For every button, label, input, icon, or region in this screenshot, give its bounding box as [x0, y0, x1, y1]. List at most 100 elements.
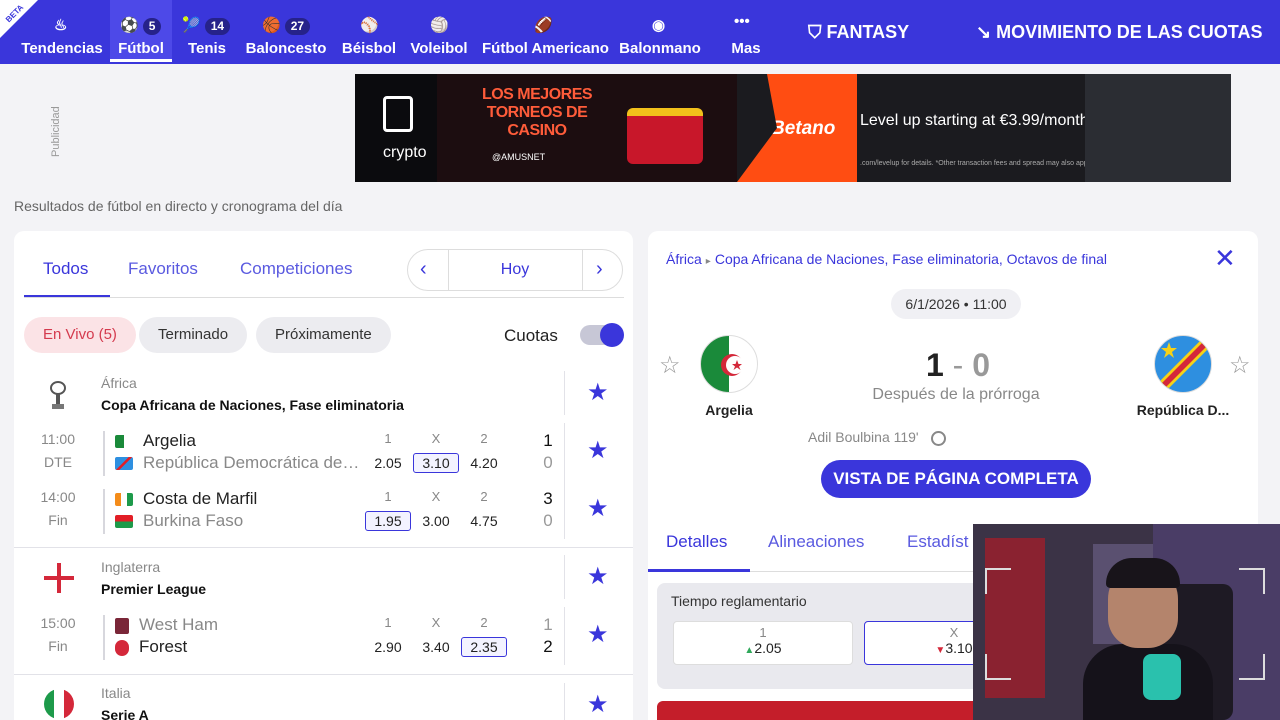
- match-status: DTE: [44, 454, 72, 470]
- odds-movement-link[interactable]: ↘ MOVIMIENTO DE LAS CUOTAS: [976, 22, 1262, 43]
- odds-key: 1: [759, 625, 767, 640]
- odds-header-2: 2: [480, 489, 488, 504]
- favorite-star-icon[interactable]: ★: [587, 439, 609, 463]
- favorite-star-icon[interactable]: ★: [587, 381, 609, 405]
- tab-alineaciones[interactable]: Alineaciones: [768, 532, 864, 552]
- ad-banner[interactable]: crypto LOS MEJORES TORNEOS DE CASINO @AM…: [355, 74, 1231, 182]
- tab-competiciones[interactable]: Competiciones: [240, 259, 352, 279]
- nav-item-beisbol[interactable]: ⚾ Béisbol: [340, 0, 398, 62]
- handball-icon: ◉: [652, 17, 666, 34]
- match-time: 15:00: [40, 615, 76, 631]
- odds-header-2: 2: [480, 431, 488, 446]
- tennis-icon: 🎾 14: [182, 16, 231, 36]
- favorite-home-star-icon[interactable]: ☆: [659, 351, 681, 380]
- nav-item-tenis[interactable]: 🎾 14 Tenis: [180, 0, 234, 62]
- favorite-star-icon[interactable]: ★: [587, 497, 609, 521]
- basketball-icon: 🏀 27: [262, 16, 311, 36]
- nav-item-baloncesto[interactable]: 🏀 27 Baloncesto: [244, 0, 328, 62]
- competition-name[interactable]: Serie A: [101, 707, 149, 720]
- away-team-name[interactable]: República D...: [1123, 402, 1243, 418]
- away-team: Forest: [115, 637, 363, 657]
- fantasy-link[interactable]: ⛉ FANTASY: [808, 22, 909, 43]
- match-row[interactable]: 14:00 Fin Costa de Marfil Burkina Faso 1…: [14, 481, 633, 539]
- nav-label: Balonmano: [619, 40, 701, 57]
- tab-active-underline: [648, 569, 750, 572]
- odds-header-x: X: [431, 615, 441, 630]
- odds-header-1: 1: [384, 431, 392, 446]
- nav-label: Béisbol: [341, 40, 397, 57]
- volleyball-icon: 🏐: [430, 17, 449, 34]
- chevron-right-icon[interactable]: ›: [596, 258, 603, 281]
- odds-home-box[interactable]: 1 ▲2.05: [673, 621, 853, 665]
- filter-upcoming-chip[interactable]: Próximamente: [256, 317, 391, 353]
- odds-away[interactable]: 2.35: [461, 637, 507, 657]
- score-home: 1: [543, 431, 553, 450]
- crown-icon: [627, 108, 703, 164]
- ad-label: Publicidad: [50, 106, 62, 157]
- favorite-away-star-icon[interactable]: ☆: [1229, 351, 1251, 380]
- full-page-button[interactable]: VISTA DE PÁGINA COMPLETA: [821, 460, 1091, 498]
- divider: [103, 489, 105, 534]
- nav-label: Fútbol: [118, 40, 164, 57]
- crypto-logo-icon: [383, 96, 413, 132]
- flag-algeria-icon: [700, 335, 758, 393]
- ad-casino-panel: LOS MEJORES TORNEOS DE CASINO @AMUSNET: [437, 74, 737, 182]
- soccer-ball-icon: [930, 430, 946, 446]
- favorite-star-icon[interactable]: ★: [587, 693, 609, 717]
- team-name: Burkina Faso: [143, 511, 244, 530]
- nav-item-balonmano[interactable]: ◉ Balonmano: [618, 0, 702, 62]
- match-status: Fin: [48, 638, 68, 654]
- tab-favoritos[interactable]: Favoritos: [128, 259, 198, 279]
- competition-group: Inglaterra Premier League ★ 15:00 Fin We…: [14, 555, 633, 675]
- filter-finished-chip[interactable]: Terminado: [139, 317, 248, 353]
- nav-item-futbol[interactable]: ⚽ 5 Fútbol: [110, 0, 172, 62]
- nav-label: Fútbol Americano: [482, 40, 609, 57]
- soccer-ball-icon: ⚽ 5: [120, 16, 162, 36]
- filter-live-chip[interactable]: En Vivo (5): [24, 317, 136, 353]
- close-icon[interactable]: ✕: [1214, 245, 1236, 271]
- tab-divider: [24, 297, 624, 298]
- favorite-star-icon[interactable]: ★: [587, 565, 609, 589]
- score-home: 1: [543, 615, 553, 634]
- ad-casino-brand: @AMUSNET: [492, 152, 546, 162]
- divider: [103, 431, 105, 476]
- nav-item-voleibol[interactable]: 🏐 Voleibol: [408, 0, 470, 62]
- nav-item-mas[interactable]: ••• Mas: [724, 0, 768, 62]
- date-label[interactable]: Hoy: [448, 261, 582, 279]
- ad-betano-panel: Betano: [737, 74, 857, 182]
- nav-item-tendencias[interactable]: ♨ Tendencias: [18, 0, 106, 62]
- frame-corner: [1239, 568, 1265, 594]
- odds-draw[interactable]: 3.10: [413, 453, 459, 473]
- odds-value: 2.05: [754, 640, 782, 656]
- competition-region: Italia: [101, 685, 131, 701]
- tab-todos[interactable]: Todos: [43, 259, 88, 279]
- flag-dr-congo-icon: [115, 457, 133, 471]
- odds-home[interactable]: 2.05: [365, 453, 411, 473]
- divider: [564, 607, 565, 665]
- breadcrumb-competition[interactable]: Copa Africana de Naciones, Fase eliminat…: [715, 251, 1107, 267]
- odds-toggle[interactable]: [580, 323, 624, 347]
- match-row[interactable]: 11:00 DTE Argelia República Democrática …: [14, 423, 633, 481]
- odds-away[interactable]: 4.20: [461, 453, 507, 473]
- score-home: 1: [925, 347, 944, 383]
- odds-draw[interactable]: 3.40: [413, 637, 459, 657]
- goal-scorer: Adil Boulbina 119': [808, 429, 946, 446]
- microphone-icon: [1143, 654, 1181, 700]
- nav-item-futbol-americano[interactable]: 🏈 Fútbol Americano: [482, 0, 609, 62]
- tab-detalles[interactable]: Detalles: [666, 532, 727, 552]
- odds-home[interactable]: 1.95: [365, 511, 411, 531]
- odds-home[interactable]: 2.90: [365, 637, 411, 657]
- odds-draw[interactable]: 3.00: [413, 511, 459, 531]
- favorite-star-icon[interactable]: ★: [587, 623, 609, 647]
- flag-ivory-coast-icon: [115, 493, 133, 507]
- competition-name[interactable]: Premier League: [101, 581, 206, 597]
- tab-estadisticas[interactable]: Estadíst: [907, 532, 968, 552]
- home-team-name[interactable]: Argelia: [669, 402, 789, 418]
- odds-header-x: X: [431, 431, 441, 446]
- odds-header-x: X: [431, 489, 441, 504]
- chevron-left-icon[interactable]: ‹: [420, 258, 427, 281]
- odds-away[interactable]: 4.75: [461, 511, 507, 531]
- breadcrumb-region[interactable]: África: [666, 251, 702, 267]
- competition-name[interactable]: Copa Africana de Naciones, Fase eliminat…: [101, 397, 404, 413]
- match-row[interactable]: 15:00 Fin West Ham Forest 1 X 2 2.90 3.4…: [14, 607, 633, 665]
